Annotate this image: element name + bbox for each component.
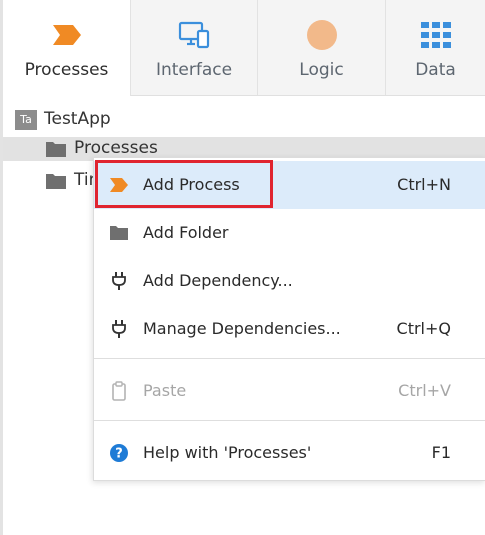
menu-item-label: Add Folder bbox=[143, 223, 229, 242]
tree-item-label: Processes bbox=[74, 138, 158, 158]
menu-item-paste[interactable]: Paste Ctrl+V bbox=[94, 367, 485, 415]
menu-item-add-folder[interactable]: Add Folder bbox=[94, 209, 485, 257]
plug-icon bbox=[112, 320, 126, 338]
tab-label: Logic bbox=[299, 60, 344, 80]
app-name: TestApp bbox=[44, 109, 111, 129]
menu-item-label: Manage Dependencies... bbox=[143, 319, 341, 338]
plug-icon bbox=[112, 272, 126, 290]
menu-separator bbox=[94, 358, 485, 359]
help-icon: ? bbox=[110, 444, 128, 462]
tree-item-app[interactable]: Ta TestApp bbox=[3, 108, 485, 132]
menu-item-shortcut: Ctrl+N bbox=[397, 175, 451, 194]
clipboard-icon bbox=[112, 381, 126, 401]
highlight-annotation-box bbox=[95, 160, 273, 208]
tab-label: Data bbox=[415, 60, 456, 80]
folder-icon bbox=[46, 174, 66, 189]
logic-icon bbox=[306, 20, 337, 50]
tab-processes[interactable]: Processes bbox=[3, 0, 131, 96]
svg-text:?: ? bbox=[115, 447, 123, 462]
menu-item-shortcut: Ctrl+Q bbox=[396, 319, 451, 338]
tab-label: Interface bbox=[155, 60, 233, 80]
process-icon bbox=[52, 25, 81, 45]
tab-data[interactable]: Data bbox=[386, 0, 485, 95]
data-grid-icon bbox=[420, 22, 451, 48]
interface-icon bbox=[178, 21, 210, 49]
tab-label: Processes bbox=[24, 60, 109, 80]
menu-item-shortcut: F1 bbox=[431, 443, 451, 462]
tab-logic[interactable]: Logic bbox=[258, 0, 386, 95]
menu-item-add-dependency[interactable]: Add Dependency... bbox=[94, 257, 485, 305]
tab-interface[interactable]: Interface bbox=[131, 0, 258, 95]
tab-bar: Processes Interface Logic Data bbox=[3, 0, 485, 96]
folder-icon bbox=[46, 142, 66, 157]
menu-item-label: Help with 'Processes' bbox=[143, 443, 312, 462]
menu-item-label: Paste bbox=[143, 381, 187, 400]
menu-item-label: Add Dependency... bbox=[143, 271, 293, 290]
folder-icon bbox=[110, 226, 128, 240]
app-badge-icon: Ta bbox=[15, 110, 37, 130]
menu-item-shortcut: Ctrl+V bbox=[398, 381, 451, 400]
menu-item-help-processes[interactable]: ? Help with 'Processes' F1 bbox=[94, 429, 485, 477]
menu-separator bbox=[94, 420, 485, 421]
menu-item-manage-dependencies[interactable]: Manage Dependencies... Ctrl+Q bbox=[94, 305, 485, 353]
